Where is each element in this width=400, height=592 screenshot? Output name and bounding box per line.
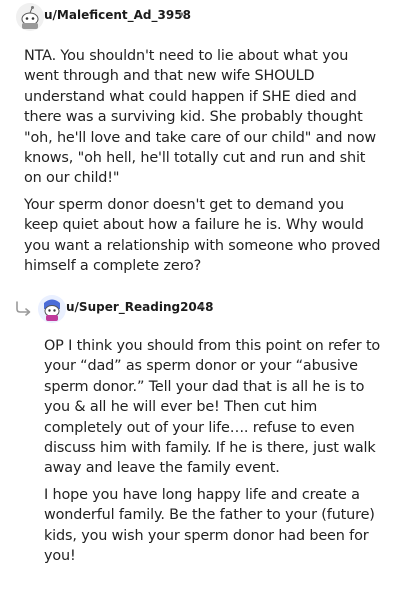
comment-header: u/Super_Reading2048 •	[0, 292, 400, 328]
comment-paragraph: NTA. You shouldn't need to lie about wha…	[24, 48, 376, 187]
comment-paragraph: I hope you have long happy life and crea…	[44, 486, 375, 565]
comment-author[interactable]: u/Super_Reading2048	[66, 300, 213, 314]
comment-body: NTA. You shouldn't need to lie about wha…	[24, 46, 382, 282]
reply-comment: u/Super_Reading2048 • OP I think you sho…	[0, 292, 400, 564]
comment-paragraph: OP I think you should from this point on…	[44, 338, 381, 477]
comment-body: OP I think you should from this point on…	[44, 336, 382, 572]
comment: u/Maleficent_Ad_3958 • NTA. You shouldn'…	[0, 0, 400, 274]
snoo-avatar-icon[interactable]	[16, 3, 44, 31]
separator-dot: •	[198, 300, 206, 314]
snoo-avatar-icon[interactable]	[38, 295, 66, 323]
comment-author[interactable]: u/Maleficent_Ad_3958	[44, 8, 191, 22]
reply-arrow-icon	[16, 301, 31, 316]
comment-paragraph: Your sperm donor doesn't get to demand y…	[24, 196, 381, 275]
comment-header: u/Maleficent_Ad_3958 •	[0, 0, 400, 36]
separator-dot: •	[178, 8, 186, 22]
